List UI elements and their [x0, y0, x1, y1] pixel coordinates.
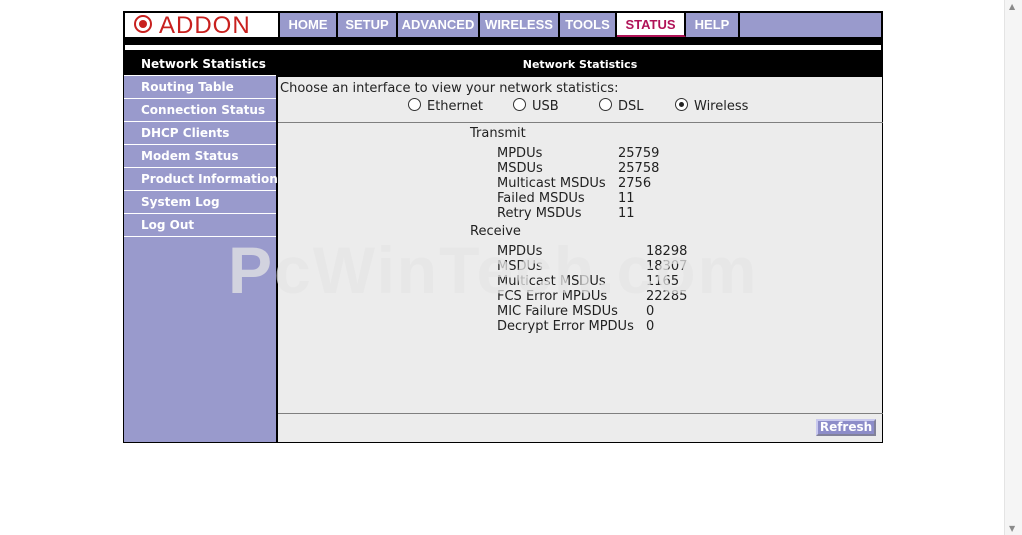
transmit-label: Retry MSDUs: [497, 206, 582, 221]
transmit-label: Multicast MSDUs: [497, 176, 606, 191]
addon-logo-icon: [134, 15, 152, 33]
radio-usb-circle-icon[interactable]: [513, 98, 526, 111]
refresh-button[interactable]: Refresh: [816, 419, 876, 436]
addon-logo: ADDON: [125, 12, 280, 39]
receive-label: MPDUs: [497, 244, 543, 259]
logo-text: ADDON: [159, 12, 251, 39]
receive-value: 0: [646, 319, 655, 334]
transmit-value: 11: [618, 191, 635, 206]
receive-label: Multicast MSDUs: [497, 274, 606, 289]
receive-value: 22285: [646, 289, 688, 304]
interface-prompt: Choose an interface to view your network…: [280, 81, 619, 96]
tab-setup[interactable]: SETUP: [338, 13, 398, 37]
tab-wireless[interactable]: WIRELESS: [480, 13, 560, 37]
receive-value: 18298: [646, 244, 688, 259]
main-panel: Network Statistics Choose an interface t…: [278, 52, 883, 443]
tab-advanced[interactable]: ADVANCED: [398, 13, 480, 37]
sidebar-item-routing-table[interactable]: Routing Table: [124, 76, 276, 99]
receive-value: 18307: [646, 259, 688, 274]
receive-label: FCS Error MPDUs: [497, 289, 608, 304]
transmit-value: 11: [618, 206, 635, 221]
vertical-scrollbar[interactable]: ▲ ▼: [1004, 0, 1022, 535]
tab-status[interactable]: STATUS: [617, 13, 686, 37]
transmit-label: Failed MSDUs: [497, 191, 585, 206]
scroll-up-arrow-icon[interactable]: ▲: [1009, 2, 1015, 11]
transmit-label: MSDUs: [497, 161, 543, 176]
transmit-value: 2756: [618, 176, 652, 191]
radio-ethernet-circle-icon[interactable]: [408, 98, 421, 111]
sidebar-item-modem-status[interactable]: Modem Status: [124, 145, 276, 168]
radio-ethernet[interactable]: Ethernet: [408, 98, 483, 115]
radio-wireless-label: Wireless: [694, 99, 749, 114]
radio-usb-label: USB: [532, 99, 559, 114]
divider-bottom: [278, 413, 883, 414]
page-title: Network Statistics: [278, 53, 882, 77]
transmit-label: MPDUs: [497, 146, 543, 161]
radio-wireless-circle-icon[interactable]: [675, 98, 688, 111]
header-divider: [123, 39, 883, 52]
router-admin-frame: ADDON HOME SETUP ADVANCED WIRELESS TOOLS…: [123, 11, 883, 443]
sidebar-item-product-information[interactable]: Product Information: [124, 168, 278, 191]
transmit-title: Transmit: [470, 126, 526, 141]
sidebar-item-connection-status[interactable]: Connection Status: [124, 99, 276, 122]
tab-home[interactable]: HOME: [280, 13, 338, 37]
sidebar-item-log-out[interactable]: Log Out: [124, 214, 276, 237]
transmit-value: 25759: [618, 146, 660, 161]
radio-wireless[interactable]: Wireless: [675, 98, 748, 115]
sidebar-menu: Network Statistics Routing Table Connect…: [123, 52, 278, 443]
transmit-value: 25758: [618, 161, 660, 176]
divider-top: [278, 122, 883, 123]
top-header: ADDON HOME SETUP ADVANCED WIRELESS TOOLS…: [123, 11, 883, 39]
receive-label: Decrypt Error MPDUs: [497, 319, 634, 334]
radio-usb[interactable]: USB: [513, 98, 559, 115]
receive-label: MIC Failure MSDUs: [497, 304, 618, 319]
interface-radio-group: Ethernet USB DSL Wireless: [278, 98, 883, 114]
receive-value: 1165: [646, 274, 680, 289]
receive-value: 0: [646, 304, 655, 319]
receive-label: MSDUs: [497, 259, 543, 274]
sidebar-item-dhcp-clients[interactable]: DHCP Clients: [124, 122, 276, 145]
sidebar-item-network-statistics[interactable]: Network Statistics: [124, 53, 276, 76]
radio-dsl-circle-icon[interactable]: [599, 98, 612, 111]
main-nav: HOME SETUP ADVANCED WIRELESS TOOLS STATU…: [280, 13, 740, 37]
tab-help[interactable]: HELP: [686, 13, 740, 37]
tab-tools[interactable]: TOOLS: [560, 13, 617, 37]
sidebar-item-system-log[interactable]: System Log: [124, 191, 276, 214]
scroll-down-arrow-icon[interactable]: ▼: [1009, 524, 1015, 533]
radio-dsl-label: DSL: [618, 99, 644, 114]
radio-ethernet-label: Ethernet: [427, 99, 483, 114]
receive-title: Receive: [470, 224, 521, 239]
radio-dsl[interactable]: DSL: [599, 98, 644, 115]
